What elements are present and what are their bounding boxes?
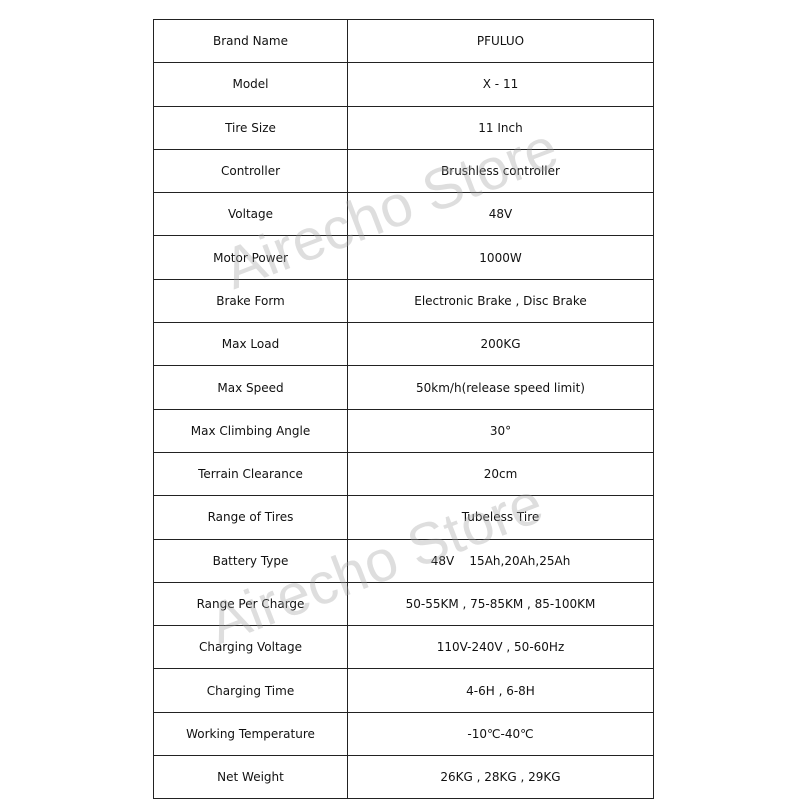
spec-row: Brand Name PFULUO — [153, 18, 654, 64]
spec-label: Model — [153, 62, 348, 107]
spec-label: Max Load — [153, 322, 348, 367]
spec-label: Brake Form — [153, 278, 348, 324]
spec-value: 48V 15Ah,20Ah,25Ah — [347, 538, 654, 583]
spec-row: Range Per Charge 50-55KM , 75-85KM , 85-1… — [153, 581, 654, 627]
spec-value: 4-6H , 6-8H — [347, 668, 654, 713]
spec-table: Brand Name PFULUO Model X - 11 Tire Size 11 I… — [153, 18, 654, 800]
spec-row: Charging Voltage 110V-240V , 50-60Hz — [153, 625, 654, 670]
spec-value: 26KG , 28KG , 29KG — [347, 755, 654, 800]
spec-value: 110V-240V , 50-60Hz — [347, 625, 654, 670]
spec-label: Terrain Clearance — [153, 451, 348, 497]
spec-row: Range of Tires Tubeless Tire — [153, 495, 654, 540]
spec-value: X - 11 — [347, 62, 654, 107]
spec-label: Charging Voltage — [153, 625, 348, 670]
spec-label: Controller — [153, 148, 348, 194]
spec-value: Tubeless Tire — [347, 495, 654, 540]
spec-label: Max Speed — [153, 365, 348, 410]
spec-value: 50km/h(release speed limit) — [347, 365, 654, 410]
spec-row: Controller Brushless controller — [153, 148, 654, 194]
spec-label: Battery Type — [153, 538, 348, 583]
spec-label: Brand Name — [153, 18, 348, 64]
spec-row: Motor Power 1000W — [153, 235, 654, 280]
spec-value: 11 Inch — [347, 105, 654, 150]
spec-label: Range of Tires — [153, 495, 348, 540]
spec-row: Net Weight 26KG , 28KG , 29KG — [153, 755, 654, 800]
spec-value: -10℃-40℃ — [347, 711, 654, 757]
spec-label: Net Weight — [153, 755, 348, 800]
spec-row: Battery Type 48V 15Ah,20Ah,25Ah — [153, 538, 654, 583]
spec-value: 20cm — [347, 451, 654, 497]
spec-value: 30° — [347, 408, 654, 453]
spec-value: Brushless controller — [347, 148, 654, 194]
spec-row: Voltage 48V — [153, 192, 654, 237]
spec-value: 50-55KM , 75-85KM , 85-100KM — [347, 581, 654, 627]
spec-value: PFULUO — [347, 18, 654, 64]
spec-label: Charging Time — [153, 668, 348, 713]
spec-row: Max Load 200KG — [153, 322, 654, 367]
spec-row: Charging Time 4-6H , 6-8H — [153, 668, 654, 713]
spec-value: Electronic Brake , Disc Brake — [347, 278, 654, 324]
spec-row: Tire Size 11 Inch — [153, 105, 654, 150]
spec-label: Max Climbing Angle — [153, 408, 348, 453]
spec-value: 48V — [347, 192, 654, 237]
spec-label: Motor Power — [153, 235, 348, 280]
spec-label: Range Per Charge — [153, 581, 348, 627]
spec-row: Terrain Clearance 20cm — [153, 451, 654, 497]
spec-label: Tire Size — [153, 105, 348, 150]
spec-row: Max Climbing Angle 30° — [153, 408, 654, 453]
spec-value: 200KG — [347, 322, 654, 367]
spec-row: Max Speed 50km/h(release speed limit) — [153, 365, 654, 410]
spec-row: Working Temperature -10℃-40℃ — [153, 711, 654, 757]
spec-label: Working Temperature — [153, 711, 348, 757]
spec-row: Model X - 11 — [153, 62, 654, 107]
spec-label: Voltage — [153, 192, 348, 237]
spec-row: Brake Form Electronic Brake , Disc Brake — [153, 278, 654, 324]
spec-value: 1000W — [347, 235, 654, 280]
